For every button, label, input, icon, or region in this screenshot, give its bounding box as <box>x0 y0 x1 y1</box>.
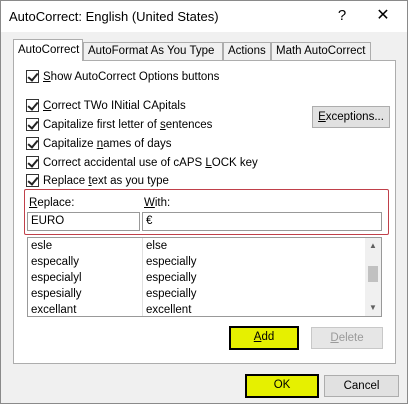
entry-with: especially <box>146 272 197 284</box>
entry-with: excellent <box>146 304 192 316</box>
tab-autocorrect[interactable]: AutoCorrect <box>13 39 83 61</box>
checkbox-label: Capitalize names of days <box>43 137 172 150</box>
list-item[interactable]: espesially especially <box>28 286 368 302</box>
checkbox-box[interactable] <box>26 137 39 150</box>
help-button[interactable]: ? <box>327 3 357 29</box>
show-options-buttons-checkbox[interactable]: Show AutoCorrect Options buttons <box>26 70 219 83</box>
scroll-up-arrow-icon[interactable]: ▲ <box>365 238 381 254</box>
list-scrollbar[interactable]: ▲ ▼ <box>365 238 381 316</box>
checkbox-box[interactable] <box>26 156 39 169</box>
title-bar: AutoCorrect: English (United States) ? ✕ <box>1 1 407 32</box>
close-button[interactable]: ✕ <box>368 3 398 29</box>
checkbox-box[interactable] <box>26 174 39 187</box>
entry-replace: esle <box>31 240 53 252</box>
tab-actions[interactable]: Actions <box>223 42 271 60</box>
entry-replace: espesially <box>31 288 82 300</box>
replace-label: Replace: <box>29 197 75 209</box>
correct-two-initials-checkbox[interactable]: Correct TWo INitial CApitals <box>26 99 186 112</box>
autocorrect-dialog: AutoCorrect: English (United States) ? ✕… <box>0 0 408 404</box>
checkbox-label: Show AutoCorrect Options buttons <box>43 70 220 83</box>
cancel-button[interactable]: Cancel <box>324 375 399 397</box>
tab-autoformat[interactable]: AutoFormat As You Type <box>83 42 223 60</box>
checkbox-label: Capitalize first letter of sentences <box>43 118 213 131</box>
scroll-down-arrow-icon[interactable]: ▼ <box>365 300 381 316</box>
checkbox-label: Correct TWo INitial CApitals <box>43 99 186 112</box>
list-item[interactable]: excellant excellent <box>28 302 368 316</box>
exceptions-button[interactable]: Exceptions... <box>312 106 390 128</box>
entry-with: especially <box>146 288 197 300</box>
checkbox-box[interactable] <box>26 118 39 131</box>
autocorrect-entries-list[interactable]: esle else especally especially especialyl e… <box>27 237 382 317</box>
delete-button[interactable]: Delete <box>311 327 383 349</box>
checkbox-label: Correct accidental use of cAPS LOCK key <box>43 156 258 169</box>
entry-replace: especally <box>31 256 79 268</box>
window-title: AutoCorrect: English (United States) <box>9 9 219 24</box>
caps-lock-checkbox[interactable]: Correct accidental use of cAPS LOCK key <box>26 156 258 169</box>
entry-with: else <box>146 240 168 252</box>
tab-math-autocorrect[interactable]: Math AutoCorrect <box>271 42 371 60</box>
with-input[interactable]: € <box>142 212 382 231</box>
list-item[interactable]: especally especially <box>28 254 368 270</box>
capitalize-days-checkbox[interactable]: Capitalize names of days <box>26 137 172 150</box>
replace-text-checkbox[interactable]: Replace text as you type <box>26 174 169 187</box>
capitalize-first-letter-checkbox[interactable]: Capitalize first letter of sentences <box>26 118 212 131</box>
add-button[interactable]: Add <box>229 326 299 350</box>
replace-input[interactable]: EURO <box>27 212 140 231</box>
list-item[interactable]: esle else <box>28 238 368 254</box>
checkbox-box[interactable] <box>26 70 39 83</box>
checkbox-label: Replace text as you type <box>43 174 169 187</box>
scroll-thumb[interactable] <box>368 266 378 282</box>
with-label: With: <box>144 197 171 209</box>
entry-with: especially <box>146 256 197 268</box>
entry-replace: especialyl <box>31 272 82 284</box>
checkbox-box[interactable] <box>26 99 39 112</box>
ok-button[interactable]: OK <box>245 374 319 398</box>
entry-replace: excellant <box>31 304 77 316</box>
list-item[interactable]: especialyl especially <box>28 270 368 286</box>
